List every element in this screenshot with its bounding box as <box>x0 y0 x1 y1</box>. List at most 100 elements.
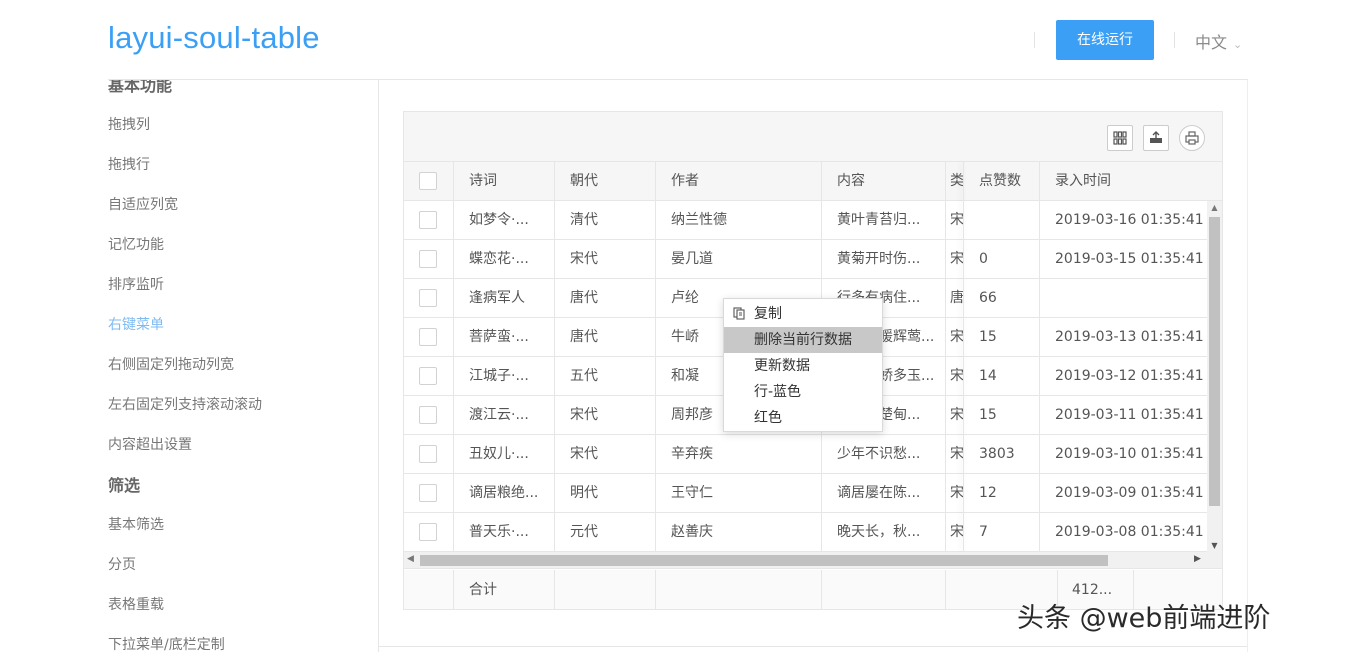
cell-time: 2019-03-09 01:35:41 <box>1055 485 1204 501</box>
cell-type: 宋 <box>946 357 964 396</box>
table-row[interactable]: 丑奴儿·... 宋代 辛弃疾 少年不识愁... 宋 3803 2019-03-10 01:3… <box>404 435 1222 474</box>
column-header-content[interactable]: 内容 <box>822 162 946 201</box>
footer-total-label: 合计 <box>454 570 555 609</box>
row-checkbox[interactable] <box>419 523 437 541</box>
row-checkbox[interactable] <box>419 211 437 229</box>
cell-type: 宋 <box>946 318 964 357</box>
row-checkbox[interactable] <box>419 367 437 385</box>
table-row[interactable]: 谪居粮绝... 明代 王守仁 谪居屡在陈... 宋 12 2019-03-09 01:35:… <box>404 474 1222 513</box>
sidebar-item-drag-row[interactable]: 拖拽行 <box>108 154 150 174</box>
cell-content: 黄叶青苔归... <box>822 201 946 240</box>
row-checkbox[interactable] <box>419 289 437 307</box>
cell-likes: 14 <box>964 357 1040 396</box>
print-icon[interactable] <box>1179 125 1205 151</box>
column-header-time[interactable]: 录入时间 <box>1040 162 1222 201</box>
sidebar-item-drag-column[interactable]: 拖拽列 <box>108 114 150 134</box>
cell-content: 晚天长，秋... <box>822 513 946 552</box>
table-row[interactable]: 普天乐·... 元代 赵善庆 晚天长，秋... 宋 7 2019-03-08 01:35:4… <box>404 513 1222 552</box>
context-menu-label: 行-蓝色 <box>754 384 802 400</box>
cell-poem: 如梦令·... <box>454 201 555 240</box>
cell-dynasty: 元代 <box>555 513 656 552</box>
context-menu-delete-row[interactable]: 删除当前行数据 <box>724 327 882 353</box>
cell-time: 2019-03-11 01:35:41 <box>1055 407 1204 423</box>
sidebar-item-reload[interactable]: 表格重载 <box>108 594 164 614</box>
footer-cell <box>822 570 946 609</box>
cell-poem: 蝶恋花·... <box>454 240 555 279</box>
select-all-checkbox[interactable] <box>419 172 437 190</box>
cell-likes <box>964 201 1040 240</box>
cell-content: 黄菊开时伤... <box>822 240 946 279</box>
column-header-dynasty[interactable]: 朝代 <box>555 162 656 201</box>
cell-time: 2019-03-12 01:35:41 <box>1055 368 1204 384</box>
cell-type: 宋 <box>946 435 964 474</box>
context-menu-row-blue[interactable]: 行-蓝色 <box>724 379 882 405</box>
sidebar-item-context-menu[interactable]: 右键菜单 <box>108 314 164 334</box>
row-checkbox[interactable] <box>419 445 437 463</box>
sidebar-item-pagination[interactable]: 分页 <box>108 554 136 574</box>
cell-time: 2019-03-16 01:35:41 <box>1055 212 1204 228</box>
row-checkbox[interactable] <box>419 484 437 502</box>
sidebar-item-autofit[interactable]: 自适应列宽 <box>108 194 178 214</box>
table-header: 诗词 朝代 作者 内容 类型 点赞数 录入时间 <box>404 162 1222 201</box>
cell-type: 宋 <box>946 513 964 552</box>
export-icon[interactable] <box>1143 125 1169 151</box>
context-menu-copy[interactable]: 复制 <box>724 301 882 327</box>
cell-dynasty: 清代 <box>555 201 656 240</box>
sidebar-group-basic: 基本功能 <box>108 80 173 95</box>
column-header-author[interactable]: 作者 <box>656 162 822 201</box>
chevron-down-icon: ⌄ <box>1233 38 1243 51</box>
header-checkbox-cell <box>404 162 454 201</box>
cell-type: 宋 <box>946 474 964 513</box>
cell-likes: 66 <box>964 279 1040 318</box>
context-menu-red[interactable]: 红色 <box>724 405 882 431</box>
content-right-border <box>1247 80 1248 652</box>
run-online-button[interactable]: 在线运行 <box>1056 20 1154 60</box>
sidebar-item-overflow[interactable]: 内容超出设置 <box>108 434 192 454</box>
row-checkbox-cell <box>404 513 454 552</box>
cell-poem: 逢病军人 <box>454 279 555 318</box>
cell-author: 纳兰性德 <box>656 201 822 240</box>
horizontal-scroll-thumb[interactable] <box>420 555 1108 566</box>
site-logo[interactable]: layui-soul-table <box>108 20 320 56</box>
table-row[interactable]: 蝶恋花·... 宋代 晏几道 黄菊开时伤... 宋 0 2019-03-15 01:35:4… <box>404 240 1222 279</box>
context-menu-update-data[interactable]: 更新数据 <box>724 353 882 379</box>
scroll-right-icon[interactable]: ▶ <box>1194 554 1201 564</box>
sidebar-item-memory[interactable]: 记忆功能 <box>108 234 164 254</box>
sidebar-item-basic-filter[interactable]: 基本筛选 <box>108 514 164 534</box>
copy-icon <box>733 301 746 329</box>
row-checkbox[interactable] <box>419 250 437 268</box>
language-selector[interactable]: 中文 ⌄ <box>1195 29 1242 53</box>
horizontal-scrollbar[interactable]: ◀ ▶ <box>404 552 1222 569</box>
table-toolbar <box>404 112 1222 162</box>
table-row[interactable]: 如梦令·... 清代 纳兰性德 黄叶青苔归... 宋 2019-03-16 01:35:4… <box>404 201 1222 240</box>
scroll-left-icon[interactable]: ◀ <box>407 554 414 564</box>
column-header-type[interactable]: 类型 <box>946 162 964 201</box>
column-header-poem[interactable]: 诗词 <box>454 162 555 201</box>
row-checkbox[interactable] <box>419 406 437 424</box>
row-checkbox[interactable] <box>419 328 437 346</box>
cell-poem: 丑奴儿·... <box>454 435 555 474</box>
sidebar-item-sort-listen[interactable]: 排序监听 <box>108 274 164 294</box>
context-menu-label: 复制 <box>754 306 782 322</box>
cell-poem: 江城子·... <box>454 357 555 396</box>
scroll-down-icon[interactable]: ▼ <box>1207 541 1222 550</box>
column-header-likes[interactable]: 点赞数 <box>964 162 1040 201</box>
cell-likes: 0 <box>964 240 1040 279</box>
context-menu-label: 删除当前行数据 <box>754 332 852 348</box>
scroll-up-icon[interactable]: ▲ <box>1207 203 1222 212</box>
sidebar-item-fixed-scroll[interactable]: 左右固定列支持滚动滚动 <box>108 394 262 414</box>
cell-poem: 普天乐·... <box>454 513 555 552</box>
fixed-column-shadow <box>963 162 964 552</box>
sidebar-item-dropdown-footer[interactable]: 下拉菜单/底栏定制 <box>108 634 225 652</box>
cell-likes: 7 <box>964 513 1040 552</box>
cell-author: 辛弃疾 <box>656 435 822 474</box>
cell-type: 宋 <box>946 396 964 435</box>
footer-cell <box>404 570 454 609</box>
sidebar-divider <box>378 80 379 652</box>
columns-icon[interactable] <box>1107 125 1133 151</box>
sidebar-item-right-fixed-resize[interactable]: 右侧固定列拖动列宽 <box>108 354 234 374</box>
vertical-scrollbar[interactable]: ▲ ▼ <box>1207 201 1222 552</box>
vertical-scroll-thumb[interactable] <box>1209 217 1220 506</box>
watermark-text: 头条 @web前端进阶 <box>1017 603 1271 634</box>
cell-time: 2019-03-08 01:35:41 <box>1055 524 1204 540</box>
